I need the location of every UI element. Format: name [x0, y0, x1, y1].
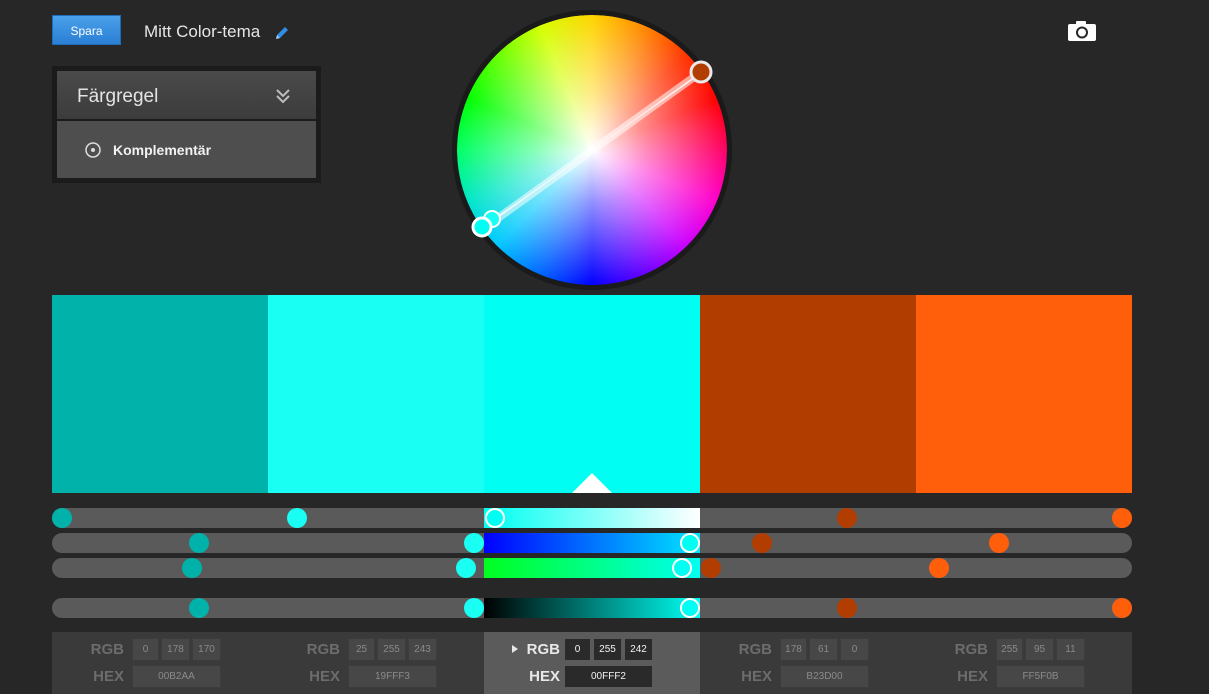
wheel-handle-base[interactable] [471, 216, 493, 238]
rule-option-label: Komplementär [113, 142, 212, 158]
b-field[interactable]: 0 [840, 638, 869, 661]
color-rule-title: Färgregel [77, 86, 159, 107]
brightness-slider[interactable] [52, 598, 1132, 618]
b-field[interactable]: 242 [624, 638, 653, 661]
hex-label: HEX [957, 668, 988, 685]
slider-handle-5[interactable] [989, 533, 1010, 553]
hex-field[interactable]: B23D00 [780, 665, 869, 688]
g-field[interactable]: 255 [377, 638, 406, 661]
rgb-label: RGB [954, 641, 988, 658]
slider-handle-4[interactable] [836, 508, 857, 528]
swatch-2[interactable] [268, 295, 484, 493]
g-field[interactable]: 178 [161, 638, 190, 661]
hex-label: HEX [529, 668, 560, 685]
slider-handle-5[interactable] [928, 558, 949, 578]
r-field[interactable]: 25 [348, 638, 375, 661]
slider-handle-1[interactable] [52, 508, 72, 528]
slider-handle-2[interactable] [455, 558, 476, 578]
slider-handle-2[interactable] [464, 533, 485, 553]
color-values-5: RGB HEX 255 95 11 FF5F0B [916, 632, 1132, 694]
b-field[interactable]: 243 [408, 638, 437, 661]
color-rule-panel: Färgregel Komplementär [52, 66, 321, 183]
color-values-2: RGB HEX 25 255 243 19FFF3 [268, 632, 484, 694]
r-field[interactable]: 255 [996, 638, 1023, 661]
slider-handle-3[interactable] [484, 508, 505, 528]
slider-handle-2[interactable] [287, 508, 308, 528]
hex-field[interactable]: 00B2AA [132, 665, 221, 688]
rgb-label: RGB [738, 641, 772, 658]
double-chevron-down-icon[interactable] [274, 87, 292, 105]
slider-handle-1[interactable] [188, 533, 209, 553]
swatch-4[interactable] [700, 295, 916, 493]
color-swatches [52, 295, 1132, 493]
play-icon [512, 645, 518, 653]
brightness-slider-active[interactable] [484, 598, 700, 618]
rgb-label: RGB [526, 641, 560, 658]
slider-handle-5[interactable] [1112, 598, 1132, 618]
hex-label: HEX [741, 668, 772, 685]
color-values-3: RGB HEX 0 255 242 00FFF2 [484, 632, 700, 694]
active-swatch-marker [572, 473, 612, 493]
theme-title[interactable]: Mitt Color-tema [144, 22, 260, 42]
g-field[interactable]: 95 [1025, 638, 1054, 661]
hex-label: HEX [309, 668, 340, 685]
hex-label: HEX [93, 668, 124, 685]
saturation-slider[interactable] [52, 508, 1132, 528]
wheel-handle[interactable] [689, 60, 713, 84]
color-values-1: RGB HEX 0 178 170 00B2AA [52, 632, 268, 694]
r-field[interactable]: 0 [132, 638, 159, 661]
b-field[interactable]: 11 [1056, 638, 1085, 661]
slider-handle-1[interactable] [188, 598, 209, 618]
hex-field[interactable]: 00FFF2 [564, 665, 653, 688]
swatch-1[interactable] [52, 295, 268, 493]
color-values-bar: RGB HEX 0 178 170 00B2AA RGB HEX 25 255 … [52, 632, 1132, 694]
blue-slider-active[interactable] [484, 533, 700, 553]
green-slider-active[interactable] [484, 558, 700, 578]
color-rule-options: Komplementär [57, 121, 316, 178]
slider-handle-4[interactable] [751, 533, 772, 553]
g-field[interactable]: 61 [809, 638, 838, 661]
slider-handle-4[interactable] [836, 598, 857, 618]
rgb-label: RGB [90, 641, 124, 658]
color-wheel[interactable] [449, 7, 735, 293]
camera-icon[interactable] [1066, 19, 1098, 43]
radio-selected-icon[interactable] [85, 142, 101, 158]
rgb-label: RGB [306, 641, 340, 658]
slider-handle-3[interactable] [671, 558, 692, 578]
hex-field[interactable]: 19FFF3 [348, 665, 437, 688]
pencil-icon[interactable] [273, 24, 291, 42]
slider-handle-2[interactable] [464, 598, 485, 618]
b-field[interactable]: 170 [192, 638, 221, 661]
slider-handle-1[interactable] [182, 558, 203, 578]
swatch-3[interactable] [484, 295, 700, 493]
slider-handle-5[interactable] [1112, 508, 1132, 528]
save-button[interactable]: Spara [52, 15, 121, 45]
blue-slider[interactable] [52, 533, 1132, 553]
r-field[interactable]: 0 [564, 638, 591, 661]
slider-handle-4[interactable] [700, 558, 721, 578]
saturation-slider-active[interactable] [484, 508, 700, 528]
color-values-4: RGB HEX 178 61 0 B23D00 [700, 632, 916, 694]
hex-field[interactable]: FF5F0B [996, 665, 1085, 688]
green-slider[interactable] [52, 558, 1132, 578]
g-field[interactable]: 255 [593, 638, 622, 661]
r-field[interactable]: 178 [780, 638, 807, 661]
swatch-5[interactable] [916, 295, 1132, 493]
color-rule-header[interactable]: Färgregel [57, 71, 316, 119]
